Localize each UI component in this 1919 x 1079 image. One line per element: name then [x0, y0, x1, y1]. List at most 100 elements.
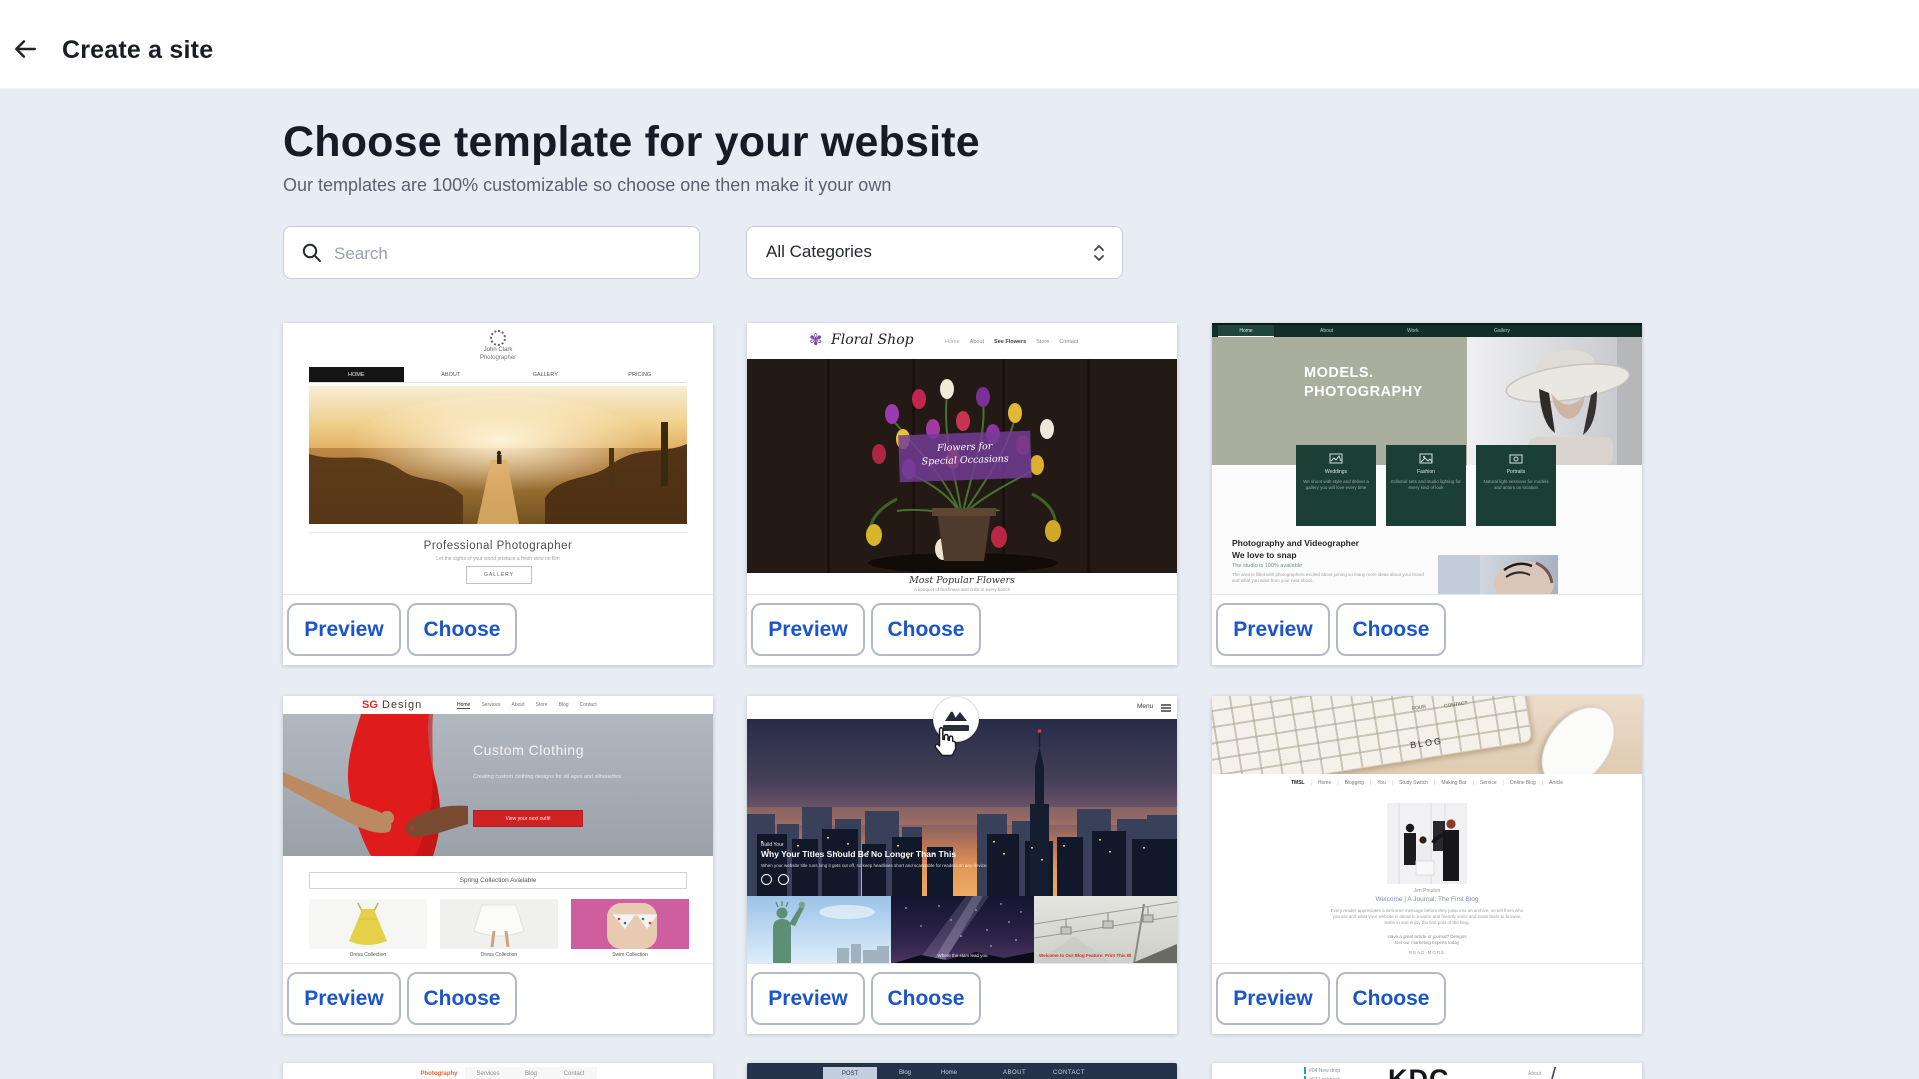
template-thumbnail-floral-shop: ✾ Floral Shop Home About See Flowers Sto…: [747, 323, 1177, 595]
thumb-nav: Home Services About Store Blog Contact: [457, 702, 597, 709]
template-card-partial-navy: POST Blog Home ABOUT CONTACT: [747, 1063, 1177, 1079]
thumb-section-meta: The studio is 100% available: [1232, 563, 1302, 569]
app-header: Create a site: [0, 0, 1919, 89]
card-footer: Preview Choose: [1212, 594, 1642, 665]
feature-card-label: Portraits: [1476, 469, 1556, 475]
thumb-footer: Most Popular Flowers A bouquet of freshn…: [747, 573, 1177, 595]
thumb-nav-item: Blog: [559, 702, 569, 709]
thumb-nav-item: Service: [1480, 780, 1497, 786]
template-card-travel-blog: Build Your Why Your Titles Should Be No …: [747, 696, 1177, 1034]
preview-button[interactable]: Preview: [1216, 972, 1330, 1025]
thumb-nav-item: Contact: [551, 1067, 597, 1079]
template-card-floral-shop: ✾ Floral Shop Home About See Flowers Sto…: [747, 323, 1177, 665]
thumb-nav-item: Contact: [1059, 339, 1078, 345]
choose-button[interactable]: Choose: [407, 972, 517, 1025]
list-item-label: #04 New drop: [1309, 1068, 1340, 1074]
thumb-logo: Design: [382, 699, 422, 711]
makeup-closeup-photo: [1438, 555, 1558, 595]
preview-button[interactable]: Preview: [1216, 603, 1330, 656]
thumb-nav-item-active: POST: [823, 1067, 877, 1079]
product-photo-dress-yellow: [309, 899, 427, 949]
feature-card-blurb: Natural light sessions for models and ac…: [1481, 479, 1551, 490]
feature-card: Portraits Natural light sessions for mod…: [1476, 445, 1556, 526]
preview-button[interactable]: Preview: [751, 972, 865, 1025]
thumb-logo: Floral Shop: [831, 332, 914, 348]
thumb-nav-item: Online Blog: [1510, 780, 1536, 786]
back-arrow-icon: [11, 36, 39, 65]
post-body: Every reader appreciates a welcome messa…: [1327, 908, 1527, 925]
thumb-nav-item: Making Bar: [1441, 780, 1466, 786]
template-thumbnail-sg-design: SG Design Home Services About Store Blog…: [283, 696, 713, 964]
thumb-hero-title: Custom Clothing: [473, 742, 584, 758]
thumb-nav-item: Blogging: [1345, 780, 1364, 786]
product-caption: Dress Collection: [440, 952, 558, 958]
keyboard: [1212, 696, 1533, 774]
thumb-nav-item: Home: [941, 1070, 957, 1076]
thumb-brand: KDC: [1388, 1064, 1450, 1079]
choose-button[interactable]: Choose: [871, 603, 981, 656]
choose-button[interactable]: Choose: [871, 972, 981, 1025]
flower-logo-icon: ✾: [809, 330, 822, 350]
choose-button[interactable]: Choose: [407, 603, 517, 656]
thumb-logo-role: Photographer: [283, 355, 713, 361]
feature-card-blurb: We shoot with style and deliver a galler…: [1301, 479, 1371, 490]
thumb-hero-body: Creating custom clothing designs for all…: [473, 774, 641, 781]
thumb-footer-title: Most Popular Flowers: [747, 575, 1177, 586]
thumb-nav: HOME ABOUT GALLERY PRICING: [309, 367, 687, 383]
hamburger-menu-icon: [1161, 704, 1171, 712]
thumb-cta-button: GALLERY: [466, 566, 532, 584]
feature-card-label: Fashion: [1386, 469, 1466, 475]
choose-button[interactable]: Choose: [1336, 603, 1446, 656]
thumb-nav-item: See Flowers: [994, 339, 1026, 345]
thumb-section-subtitle: We love to snap: [1232, 550, 1297, 560]
read-more-link: READ MORE: [1212, 950, 1642, 955]
thumb-footer-sub: A bouquet of freshness and color in ever…: [747, 587, 1177, 592]
template-card-models-photography: Home About Work Gallery: [1212, 323, 1642, 665]
thumb-nav-item: Blog: [511, 1067, 551, 1079]
preview-button[interactable]: Preview: [287, 603, 401, 656]
preview-button[interactable]: Preview: [287, 972, 401, 1025]
thumb-nav-item: About: [970, 339, 984, 345]
thumb-nav-item: Blog: [899, 1070, 911, 1076]
thumb-hero-line1: MODELS.: [1304, 365, 1374, 381]
post-link: Get our marketing experts today: [1277, 940, 1577, 946]
preview-button[interactable]: Preview: [751, 603, 865, 656]
category-filter-select[interactable]: All Categories: [746, 226, 1123, 279]
red-dress-photo: [283, 714, 468, 856]
back-button[interactable]: [10, 36, 40, 64]
thumb-nav-item: ABOUT: [1003, 1070, 1026, 1076]
mouse-cursor: [931, 726, 958, 762]
thumb-nav-item: CONTACT: [1053, 1070, 1085, 1076]
thumb-nav-item: PRICING: [593, 367, 688, 382]
main-subheading: Our templates are 100% customizable so c…: [283, 175, 891, 196]
thumb-nav-item: Work: [1407, 328, 1419, 334]
carousel-dot: [761, 874, 772, 885]
choose-button[interactable]: Choose: [1336, 972, 1446, 1025]
thumb-nav-item: Store: [1036, 339, 1049, 345]
search-input[interactable]: [332, 228, 686, 279]
thumb-photo-strip: Where the stars lead you Welcome to Our …: [747, 896, 1177, 964]
main-heading: Choose template for your website: [283, 118, 980, 167]
card-footer: Preview Choose: [283, 963, 713, 1034]
divider: [309, 532, 687, 533]
thumb-nav-item: Home: [945, 339, 960, 345]
search-icon: [300, 241, 324, 270]
feature-card-label: Weddings: [1296, 469, 1376, 475]
thumb-logo-name: John Clark: [283, 347, 713, 353]
template-card-keyboard-blog: FOUR CONTACT BLOG TMSL| Home| Blogging| …: [1212, 696, 1642, 1034]
statue-of-liberty-photo: [747, 896, 891, 964]
mountains-icon: [943, 706, 969, 722]
thumb-nav-item: About: [512, 702, 525, 709]
select-stepper-icon: [1090, 241, 1108, 270]
slash-glyph: /: [1550, 1063, 1556, 1079]
strip-caption: Welcome to Our Blog Feature: Print This …: [1039, 953, 1177, 958]
product-photo-dress-white: [440, 899, 558, 949]
thumb-nav: Home About Work Gallery: [1212, 323, 1642, 337]
card-footer: Preview Choose: [747, 963, 1177, 1034]
card-footer: Preview Choose: [1212, 963, 1642, 1034]
strip-caption: Where the stars lead you: [891, 953, 1034, 958]
post-title: Welcome | A Journal: The First Blog: [1212, 896, 1642, 903]
banner-line: Special Occasions: [899, 453, 1031, 469]
thumb-nav-item: About: [1528, 1071, 1541, 1077]
template-thumbnail-travel-blog: Build Your Why Your Titles Should Be No …: [747, 696, 1177, 964]
